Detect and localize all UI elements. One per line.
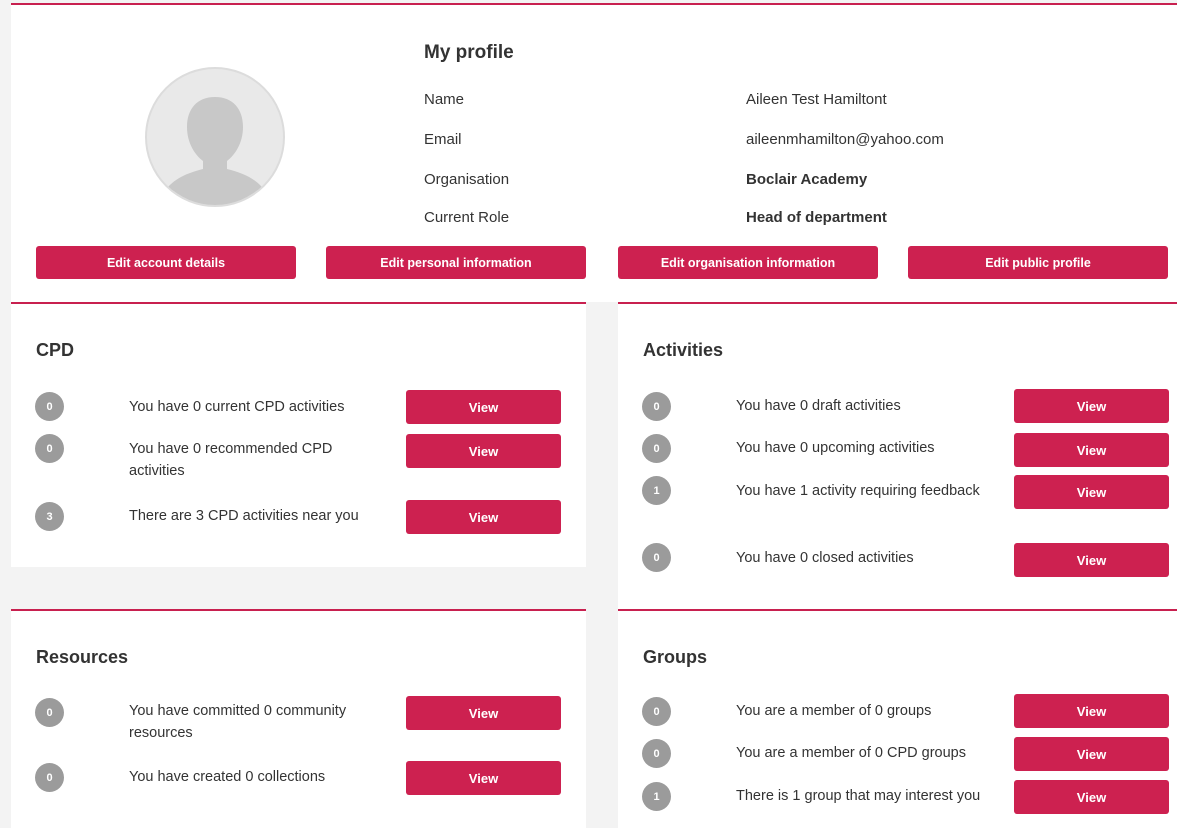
row-text: There is 1 group that may interest you — [736, 788, 981, 804]
organisation-label: Organisation — [424, 171, 510, 188]
cpd-title: CPD — [36, 340, 75, 360]
user-silhouette-icon — [147, 97, 283, 205]
groups-title: Groups — [643, 647, 708, 667]
role-value: Head of department — [746, 209, 887, 226]
row-text: You are a member of 0 CPD groups — [736, 745, 966, 761]
email-value: aileenmhamilton@yahoo.com — [746, 131, 944, 148]
count-badge: 1 — [642, 476, 671, 505]
count-badge: 0 — [35, 434, 64, 463]
name-label: Name — [424, 91, 465, 108]
email-label: Email — [424, 131, 462, 148]
groups-panel: Groups 0 You are a member of 0 groups Vi… — [618, 609, 1177, 828]
activities-title: Activities — [643, 340, 724, 360]
view-button[interactable]: View — [1014, 543, 1169, 577]
row-text: You have 0 current CPD activities — [129, 399, 345, 415]
resources-title: Resources — [36, 647, 129, 667]
row-text: You have created 0 collections — [129, 769, 326, 785]
count-badge: 0 — [35, 698, 64, 727]
edit-personal-information-button[interactable]: Edit personal information — [326, 246, 586, 279]
count-badge: 3 — [35, 502, 64, 531]
profile-row-organisation: Organisation Boclair Academy — [424, 171, 1124, 195]
name-value: Aileen Test Hamiltont — [746, 91, 887, 108]
row-text: There are 3 CPD activities near you — [129, 508, 359, 524]
view-button[interactable]: View — [406, 696, 561, 730]
row-text: You are a member of 0 groups — [736, 703, 932, 719]
activities-panel: Activities 0 You have 0 draft activities… — [618, 302, 1177, 610]
view-button[interactable]: View — [1014, 780, 1169, 814]
row-text: You have 0 upcoming activities — [736, 440, 935, 456]
view-button[interactable]: View — [406, 390, 561, 424]
profile-title: My profile — [424, 42, 514, 63]
view-button[interactable]: View — [406, 434, 561, 468]
profile-row-name: Name Aileen Test Hamiltont — [424, 91, 1124, 115]
cpd-panel: CPD 0 You have 0 current CPD activities … — [11, 302, 586, 567]
view-button[interactable]: View — [1014, 737, 1169, 771]
view-button[interactable]: View — [1014, 389, 1169, 423]
role-label: Current Role — [424, 209, 510, 226]
count-badge: 0 — [35, 392, 64, 421]
row-text: You have 1 activity requiring feedback — [736, 483, 980, 499]
count-badge: 0 — [35, 763, 64, 792]
row-text: You have 0 draft activities — [736, 398, 901, 414]
count-badge: 0 — [642, 392, 671, 421]
view-button[interactable]: View — [406, 500, 561, 534]
profile-row-email: Email aileenmhamilton@yahoo.com — [424, 131, 1124, 155]
edit-public-profile-button[interactable]: Edit public profile — [908, 246, 1168, 279]
view-button[interactable]: View — [1014, 694, 1169, 728]
row-text: You have 0 closed activities — [736, 550, 914, 566]
organisation-value: Boclair Academy — [746, 171, 868, 188]
count-badge: 0 — [642, 543, 671, 572]
row-text: You have 0 recommended CPD activities — [129, 441, 333, 479]
count-badge: 0 — [642, 434, 671, 463]
view-button[interactable]: View — [406, 761, 561, 795]
count-badge: 0 — [642, 697, 671, 726]
count-badge: 1 — [642, 782, 671, 811]
edit-account-details-button[interactable]: Edit account details — [36, 246, 296, 279]
view-button[interactable]: View — [1014, 475, 1169, 509]
profile-row-role: Current Role Head of department — [424, 209, 1124, 233]
count-badge: 0 — [642, 739, 671, 768]
profile-panel: My profile Name Aileen Test Hamiltont Em… — [11, 3, 1177, 302]
view-button[interactable]: View — [1014, 433, 1169, 467]
edit-organisation-information-button[interactable]: Edit organisation information — [618, 246, 878, 279]
resources-panel: Resources 0 You have committed 0 communi… — [11, 609, 586, 828]
avatar — [145, 67, 285, 207]
row-text: You have committed 0 community resources — [129, 703, 347, 741]
